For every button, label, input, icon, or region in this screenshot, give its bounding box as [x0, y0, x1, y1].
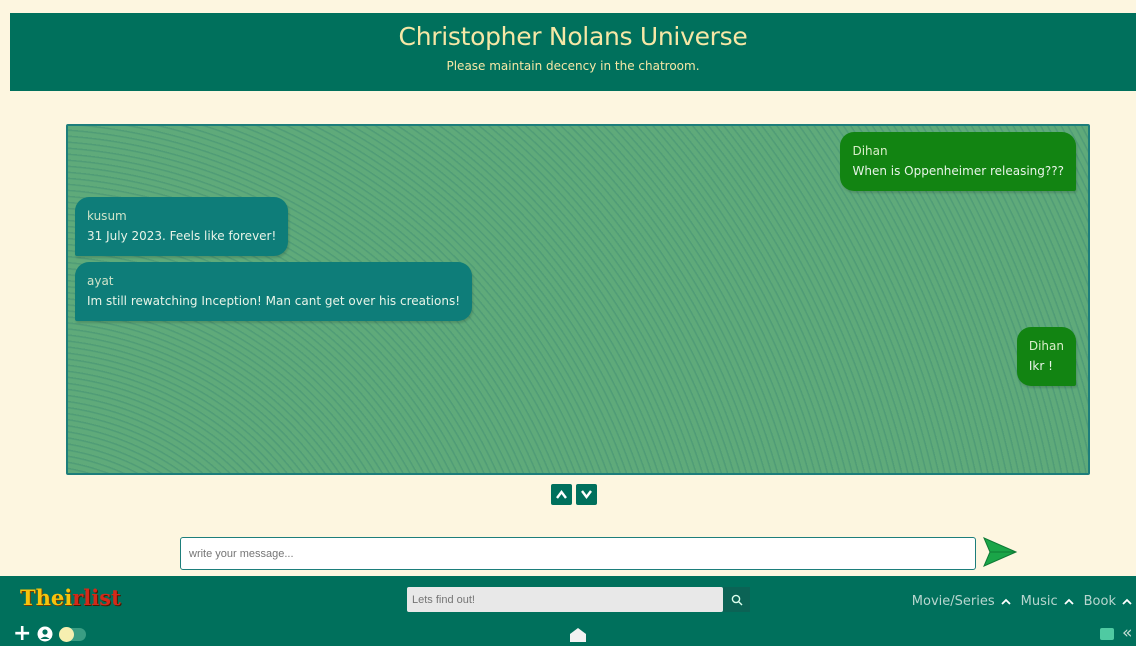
chevron-up-icon — [1001, 598, 1011, 605]
collapse-icon[interactable]: « — [1122, 623, 1132, 643]
logo-text-part2: rlist — [72, 585, 121, 610]
toggle-knob — [59, 626, 75, 642]
message-text: When is Oppenheimer releasing??? — [852, 164, 1064, 178]
message-text: 31 July 2023. Feels like forever! — [87, 229, 277, 243]
chevron-up-icon — [1064, 598, 1074, 605]
scroll-down-button[interactable] — [576, 484, 597, 505]
message-bubble: kusum 31 July 2023. Feels like forever! — [75, 197, 289, 256]
footer-tools: + — [13, 623, 87, 645]
send-icon — [983, 537, 1018, 567]
chevron-up-icon — [1122, 598, 1132, 605]
page-subtitle: Please maintain decency in the chatroom. — [446, 59, 700, 73]
message-text: Im still rewatching Inception! Man cant … — [87, 294, 461, 308]
nav-book-label: Book — [1083, 594, 1116, 609]
footer-bar: Theirlist Movie/Series Music Book + — [0, 576, 1136, 646]
nav-music-label: Music — [1020, 594, 1058, 609]
home-icon[interactable] — [569, 627, 587, 643]
message-bubble: ayat Im still rewatching Inception! Man … — [75, 262, 473, 321]
search-icon — [731, 594, 742, 605]
page-title: Christopher Nolans Universe — [398, 22, 748, 51]
message-sender: Dihan — [1028, 339, 1064, 353]
user-icon[interactable] — [37, 626, 53, 642]
chevron-down-icon — [581, 490, 592, 499]
message-bubble: Dihan When is Oppenheimer releasing??? — [840, 132, 1076, 191]
add-button[interactable]: + — [13, 623, 31, 645]
message-text: Ikr ! — [1028, 359, 1053, 373]
send-button[interactable] — [982, 536, 1018, 568]
message-sender: Dihan — [852, 144, 888, 158]
logo-text-part1: Thei — [20, 585, 73, 610]
search-button[interactable] — [723, 587, 750, 612]
nav-movie-series-label: Movie/Series — [911, 594, 995, 609]
message-sender: ayat — [87, 274, 114, 288]
chevron-up-icon — [556, 490, 567, 499]
chat-window[interactable]: Dihan When is Oppenheimer releasing??? k… — [66, 124, 1090, 475]
scroll-controls — [551, 484, 597, 505]
scroll-up-button[interactable] — [551, 484, 572, 505]
message-sender: kusum — [87, 209, 127, 223]
nav-book[interactable]: Book — [1084, 594, 1132, 609]
chatroom-header: Christopher Nolans Universe Please maint… — [10, 13, 1136, 91]
nav-music[interactable]: Music — [1021, 594, 1074, 609]
nav-movie-series[interactable]: Movie/Series — [912, 594, 1011, 609]
site-logo[interactable]: Theirlist — [20, 585, 121, 610]
category-nav: Movie/Series Music Book — [912, 594, 1132, 609]
chat-icon[interactable] — [1100, 628, 1114, 640]
theme-toggle[interactable] — [59, 626, 87, 642]
message-input[interactable] — [180, 537, 976, 570]
message-bubble: Dihan Ikr ! — [1016, 327, 1076, 386]
search-input[interactable] — [407, 587, 723, 612]
